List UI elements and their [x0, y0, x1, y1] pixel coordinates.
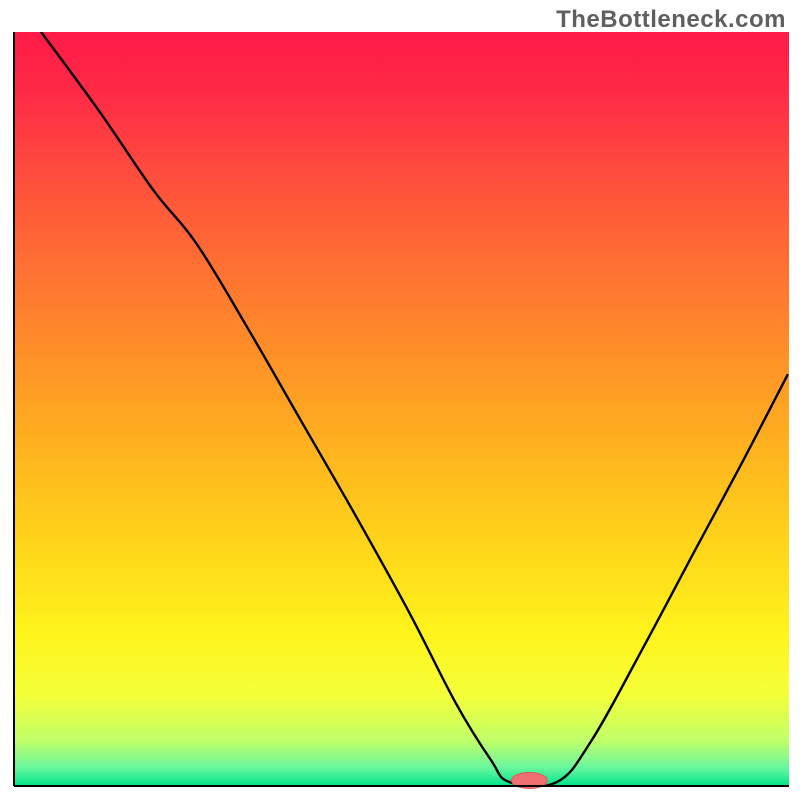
chart-stage: TheBottleneck.com — [0, 0, 800, 800]
watermark-label: TheBottleneck.com — [556, 6, 786, 34]
chart-svg — [0, 0, 800, 800]
gradient-background — [14, 32, 789, 786]
